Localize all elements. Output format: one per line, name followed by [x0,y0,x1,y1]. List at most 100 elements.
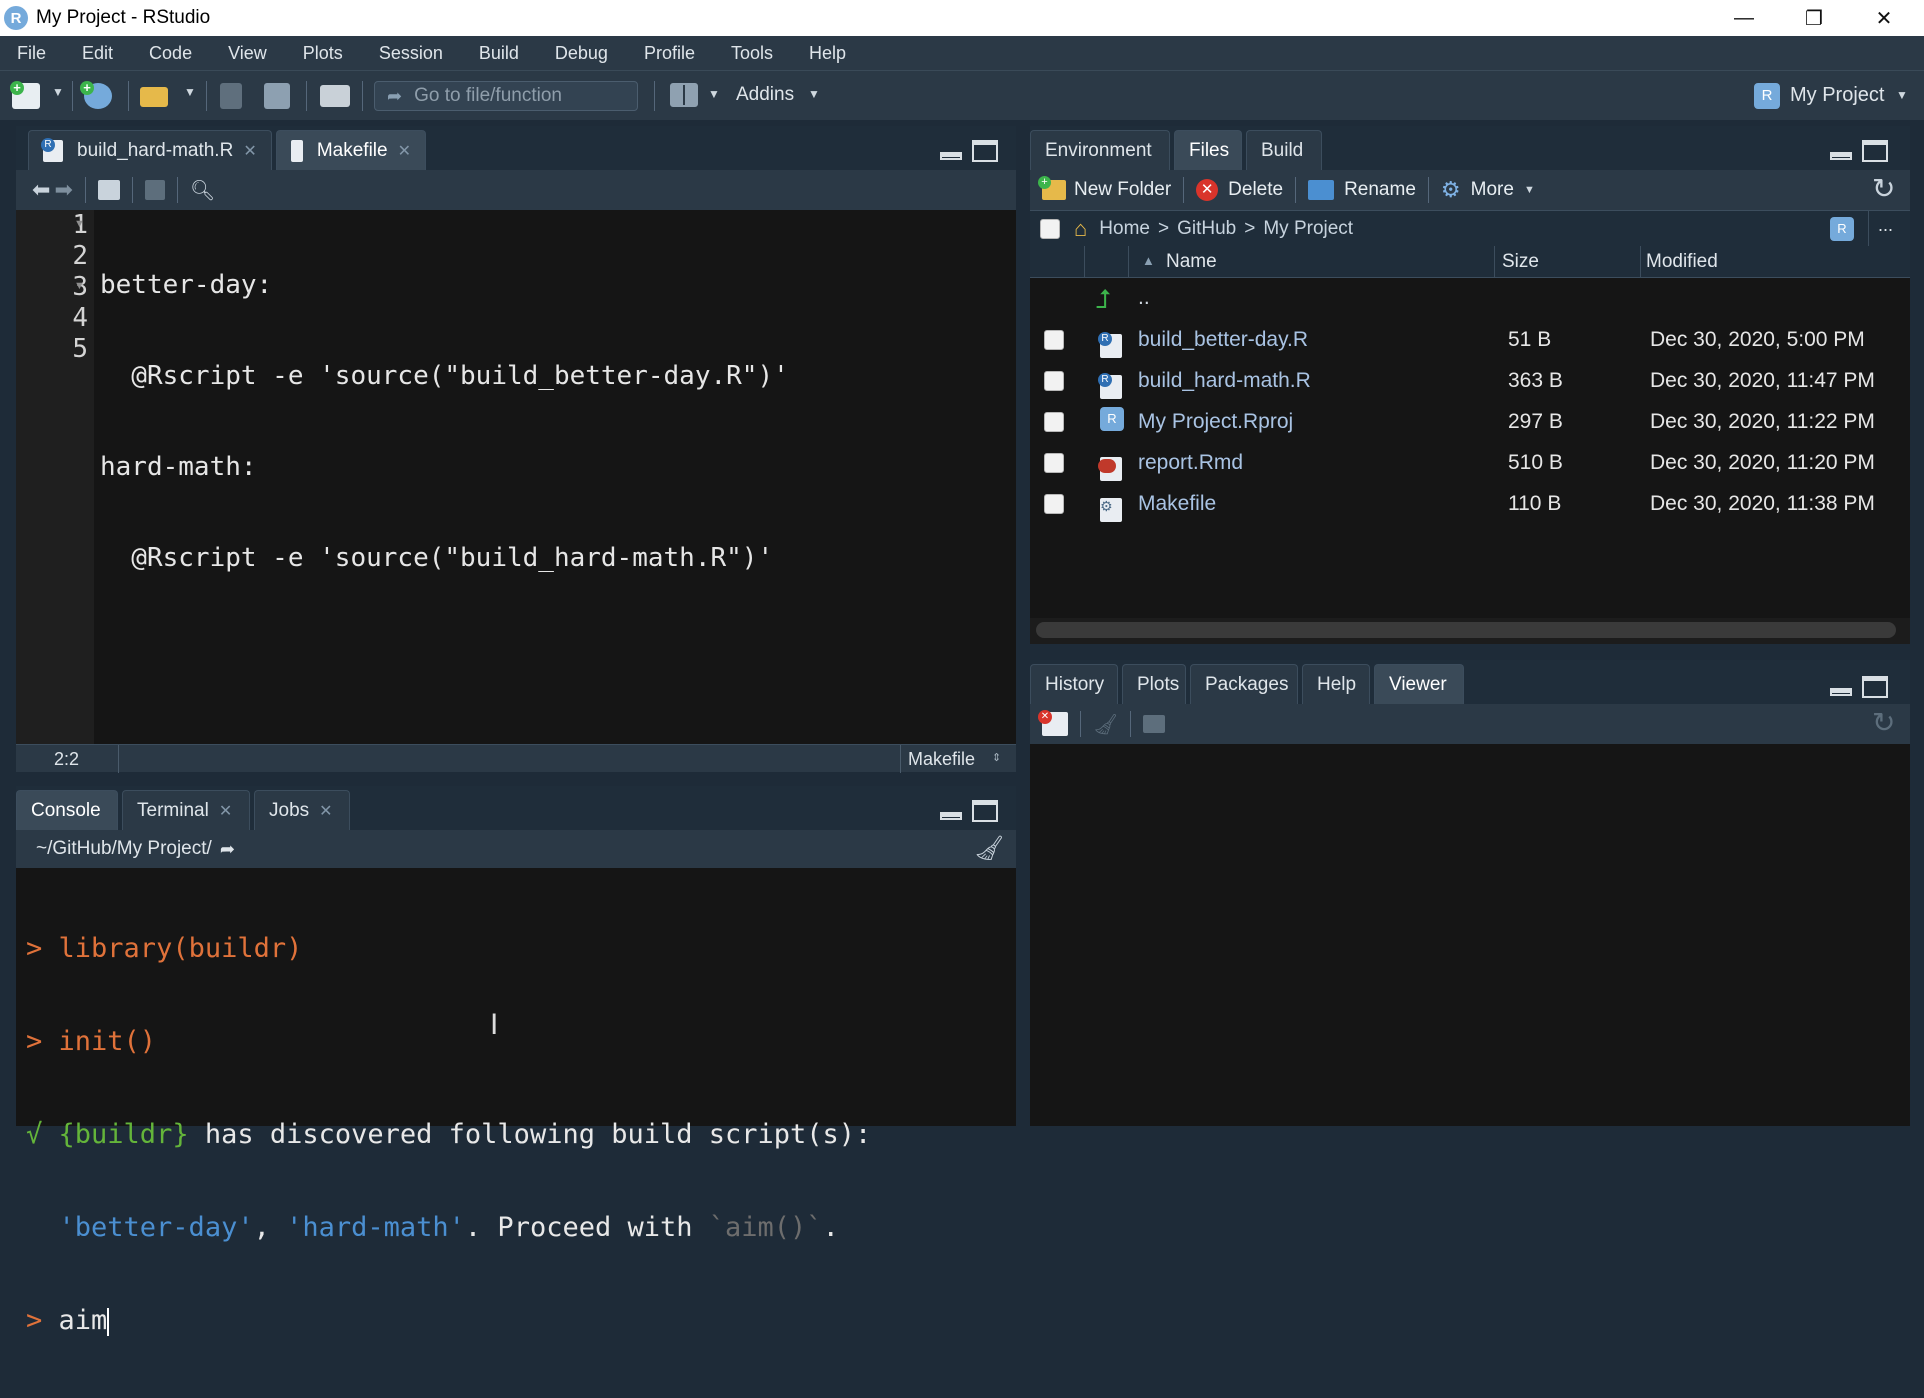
tab-build[interactable]: Build [1246,130,1322,170]
goto-file-input[interactable]: ➦ Go to file/function [374,81,638,111]
tab-files[interactable]: Files [1174,130,1242,170]
maximize-pane-icon[interactable] [972,140,998,162]
close-tab-icon[interactable]: ✕ [219,801,232,821]
tab-packages[interactable]: Packages [1190,664,1298,704]
breadcrumb-github[interactable]: GitHub [1177,218,1236,240]
pane-layout-icon[interactable] [670,83,698,107]
fold-toggle-icon[interactable]: ▼ [74,280,85,292]
file-name-link[interactable]: report.Rmd [1138,451,1243,475]
refresh-icon[interactable]: ↻ [1872,706,1895,739]
file-row[interactable]: R build_better-day.R 51 B Dec 30, 2020, … [1030,319,1910,360]
more-menu-button[interactable]: More [1471,179,1514,201]
menu-debug[interactable]: Debug [542,43,621,64]
menu-plots[interactable]: Plots [290,43,356,64]
project-menu[interactable]: My Project [1790,84,1884,107]
tab-viewer[interactable]: Viewer [1374,664,1464,704]
minimize-pane-icon[interactable] [1830,152,1852,160]
tab-console[interactable]: Console [16,790,118,830]
breadcrumb-project[interactable]: My Project [1263,218,1353,240]
file-checkbox[interactable] [1044,330,1064,350]
minimize-pane-icon[interactable] [940,152,962,160]
close-tab-icon[interactable]: ✕ [398,141,411,161]
delete-button[interactable]: Delete [1228,179,1283,201]
addins-menu[interactable]: Addins [736,84,794,106]
column-name-header[interactable]: Name [1166,251,1217,273]
menu-session[interactable]: Session [366,43,456,64]
file-checkbox[interactable] [1044,371,1064,391]
minimize-pane-icon[interactable] [940,812,962,820]
new-folder-button[interactable]: New Folder [1074,179,1171,201]
new-project-icon[interactable]: + [80,81,112,109]
tab-terminal[interactable]: Terminal ✕ [122,790,250,830]
file-name-link[interactable]: Makefile [1138,492,1216,516]
column-size-header[interactable]: Size [1502,251,1539,273]
file-row[interactable]: R build_hard-math.R 363 B Dec 30, 2020, … [1030,360,1910,401]
go-to-project-icon[interactable]: R [1830,217,1854,241]
editor-tab-build-hard-math[interactable]: R build_hard-math.R ✕ [28,130,272,170]
broom-icon[interactable]: 🧹︎ [1093,712,1118,737]
more-options-icon[interactable]: ... [1878,215,1893,236]
menu-view[interactable]: View [215,43,280,64]
refresh-icon[interactable]: ↻ [1872,172,1895,205]
show-in-window-icon[interactable] [1143,715,1166,733]
restore-button[interactable]: ❐ [1786,0,1842,36]
close-window-button[interactable]: ✕ [1856,0,1912,36]
new-file-icon[interactable]: + [10,81,40,109]
file-checkbox[interactable] [1044,453,1064,473]
minimize-button[interactable]: — [1716,0,1772,36]
tab-jobs[interactable]: Jobs ✕ [254,790,350,830]
clear-console-broom-icon[interactable]: 🧹︎ [974,834,1004,863]
parent-directory-link[interactable]: .. [1138,286,1150,310]
fold-toggle-icon[interactable]: ▼ [74,218,85,230]
menu-code[interactable]: Code [136,43,205,64]
file-row[interactable]: R My Project.Rproj 297 B Dec 30, 2020, 1… [1030,401,1910,442]
rename-button[interactable]: Rename [1344,179,1416,201]
clear-viewer-icon[interactable]: ✕ [1038,710,1068,736]
save-all-icon[interactable] [264,83,290,109]
files-horizontal-scrollbar[interactable] [1036,622,1896,638]
parent-directory-row[interactable]: ⮥ .. [1030,278,1910,319]
save-file-icon[interactable] [144,180,165,200]
column-modified-header[interactable]: Modified [1646,251,1718,273]
console-output[interactable]: > library(buildr) > init() √ {buildr} ha… [16,868,1016,1336]
new-file-dropdown-icon[interactable]: ▼ [52,85,64,99]
tab-environment[interactable]: Environment [1030,130,1170,170]
goto-directory-icon[interactable]: ➦ [220,839,235,860]
maximize-pane-icon[interactable] [1862,140,1888,162]
console-input[interactable]: aim [59,1305,108,1336]
file-row[interactable]: report.Rmd 510 B Dec 30, 2020, 11:20 PM [1030,442,1910,483]
show-in-window-icon[interactable] [97,180,120,200]
menu-edit[interactable]: Edit [69,43,126,64]
file-row[interactable]: ⚙ Makefile 110 B Dec 30, 2020, 11:38 PM [1030,483,1910,524]
menu-help[interactable]: Help [796,43,859,64]
tab-help[interactable]: Help [1302,664,1370,704]
maximize-pane-icon[interactable] [972,800,998,822]
menu-profile[interactable]: Profile [631,43,708,64]
file-name-link[interactable]: build_hard-math.R [1138,369,1311,393]
save-icon[interactable] [220,83,242,109]
tab-history[interactable]: History [1030,664,1118,704]
maximize-pane-icon[interactable] [1862,676,1888,698]
breadcrumb-home[interactable]: Home [1099,218,1150,240]
open-file-icon[interactable] [140,87,168,107]
menu-file[interactable]: File [4,43,59,64]
file-type-selector[interactable]: Makefile [908,749,975,770]
file-name-link[interactable]: build_better-day.R [1138,328,1308,352]
layout-dropdown-icon[interactable]: ▼ [708,87,720,101]
tab-plots[interactable]: Plots [1122,664,1186,704]
select-all-checkbox[interactable] [1040,218,1060,239]
menu-tools[interactable]: Tools [718,43,786,64]
print-icon[interactable] [320,85,350,107]
editor-tab-makefile[interactable]: Makefile ✕ [276,130,426,170]
editor-area[interactable]: 1 2 3 4 5 ▼ ▼ better-day: @Rscript -e 's… [16,210,1016,744]
close-tab-icon[interactable]: ✕ [319,801,332,821]
forward-arrow-icon[interactable]: ➡ [54,177,72,203]
minimize-pane-icon[interactable] [1830,688,1852,696]
file-checkbox[interactable] [1044,494,1064,514]
open-file-dropdown-icon[interactable]: ▼ [184,85,196,99]
close-tab-icon[interactable]: ✕ [243,141,256,161]
menu-build[interactable]: Build [466,43,532,64]
file-checkbox[interactable] [1044,412,1064,432]
search-icon[interactable]: 🔍︎ [190,178,215,203]
back-arrow-icon[interactable]: ⬅ [32,177,50,203]
